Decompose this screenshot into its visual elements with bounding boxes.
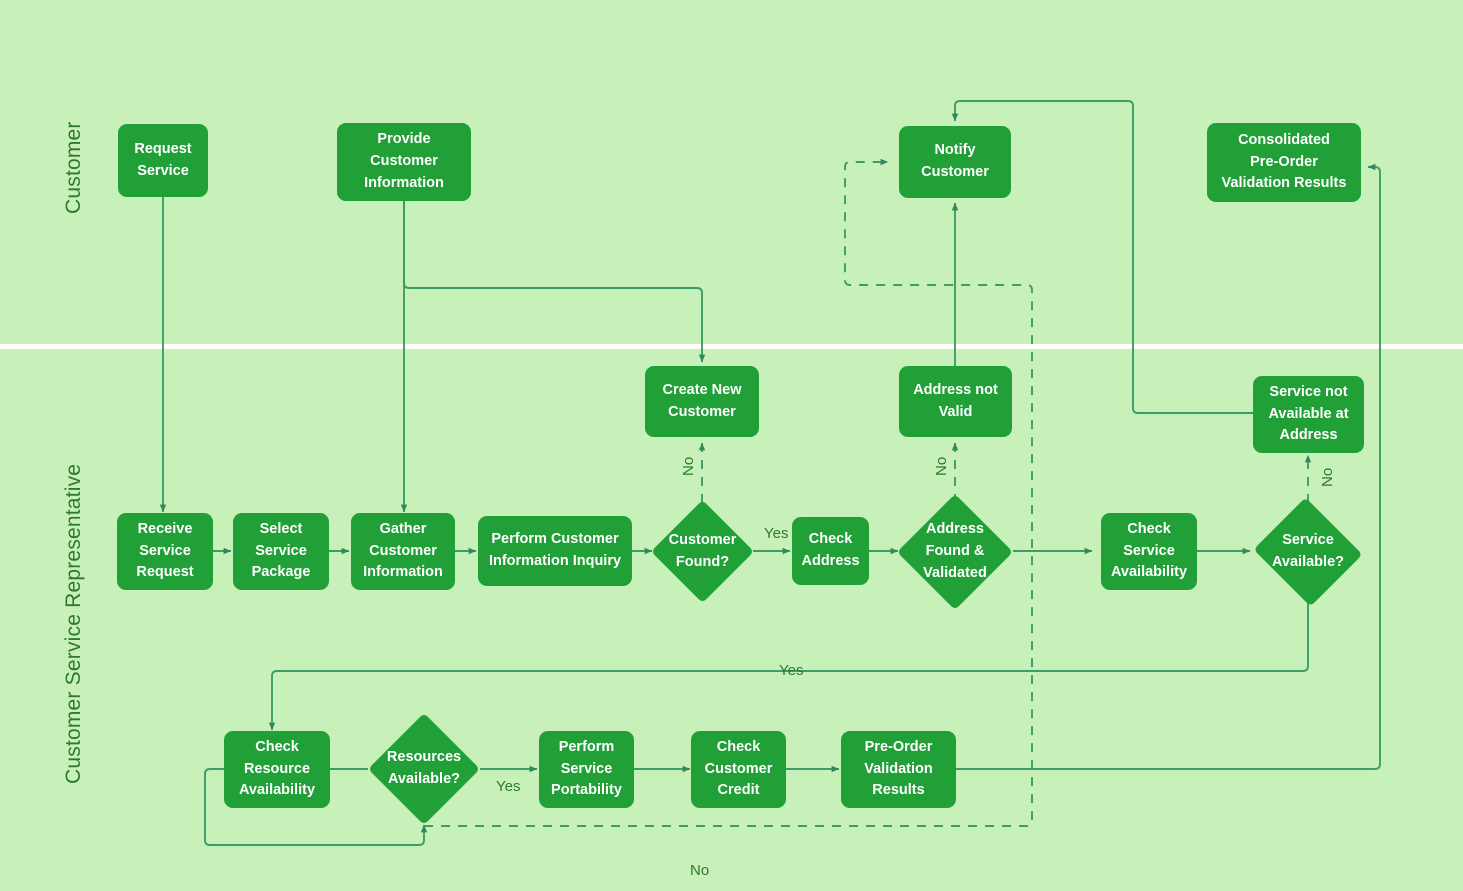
node-service-not-available-at-address-label: Service not Available at Address <box>1268 383 1349 444</box>
node-perform-service-portability-label: Perform Service Portability <box>551 738 622 799</box>
edge-label-customer-found-yes: Yes <box>764 525 789 542</box>
flowchart-canvas: Customer Customer Service Representative <box>0 0 1463 891</box>
swimlane-label-customer-service-representative: Customer Service Representative <box>62 463 85 784</box>
node-provide-customer-information-label: Provide Customer Information <box>364 131 444 191</box>
node-gather-customer-information-label: Gather Customer Information <box>363 520 443 581</box>
node-check-resource-availability-label: Check Resource Availability <box>238 738 316 799</box>
node-address-not-valid-label: Address not Valid <box>913 381 998 420</box>
node-check-service-availability-label: Check Service Availability <box>1110 520 1188 581</box>
node-address-found-validated-label: Address Found & Validated <box>923 521 987 581</box>
node-service-available[interactable]: Service Available? <box>1251 497 1365 607</box>
node-address-not-valid[interactable]: Address not Valid <box>899 366 1012 437</box>
node-pre-order-validation-results[interactable]: Pre-Order Validation Results <box>841 731 956 808</box>
node-check-address-label: Check Address <box>801 531 860 569</box>
node-select-service-package-label: Select Service Package <box>251 520 311 581</box>
node-perform-customer-information-inquiry[interactable]: Perform Customer Information Inquiry <box>478 516 632 586</box>
node-check-customer-credit-label: Check Customer Credit <box>704 738 773 799</box>
node-provide-customer-information[interactable]: Provide Customer Information <box>337 123 471 201</box>
node-request-service-label: Request Service <box>134 140 192 179</box>
node-check-customer-credit[interactable]: Check Customer Credit <box>691 731 786 808</box>
node-perform-service-portability[interactable]: Perform Service Portability <box>539 731 634 808</box>
node-consolidated-pre-order-validation-results[interactable]: Consolidated Pre-Order Validation Result… <box>1207 123 1361 202</box>
node-resources-available[interactable]: Resources Available? <box>367 712 481 826</box>
edge-label-service-available-no: No <box>1319 467 1336 487</box>
node-pre-order-validation-results-label: Pre-Order Validation Results <box>864 738 933 799</box>
node-perform-customer-information-inquiry-label: Perform Customer Information Inquiry <box>488 531 622 569</box>
edge-label-resources-available-no: No <box>690 862 710 879</box>
node-consolidated-pre-order-validation-results-label: Consolidated Pre-Order Validation Result… <box>1221 131 1347 192</box>
node-create-new-customer-label: Create New Customer <box>662 381 742 420</box>
node-address-found-validated[interactable]: Address Found & Validated <box>896 493 1014 611</box>
node-request-service[interactable]: Request Service <box>118 124 208 197</box>
node-check-resource-availability[interactable]: Check Resource Availability <box>224 731 330 808</box>
node-service-available-label: Service Available? <box>1272 532 1344 570</box>
edge-label-resources-available-yes: Yes <box>496 778 521 795</box>
node-gather-customer-information[interactable]: Gather Customer Information <box>351 513 455 590</box>
edge-label-service-available-yes: Yes <box>779 662 804 679</box>
node-receive-service-request-label: Receive Service Request <box>136 520 194 581</box>
node-select-service-package[interactable]: Select Service Package <box>233 513 329 590</box>
node-notify-customer-label: Notify Customer <box>921 142 989 180</box>
node-receive-service-request[interactable]: Receive Service Request <box>117 513 213 590</box>
node-service-not-available-at-address[interactable]: Service not Available at Address <box>1253 376 1364 453</box>
swimlane-label-customer: Customer <box>62 121 85 214</box>
node-check-address[interactable]: Check Address <box>792 517 869 585</box>
edge-label-address-found-no: No <box>933 456 950 476</box>
node-create-new-customer[interactable]: Create New Customer <box>645 366 759 437</box>
node-resources-available-label: Resources Available? <box>386 749 462 787</box>
edge-label-customer-found-no: No <box>680 456 697 476</box>
node-check-service-availability[interactable]: Check Service Availability <box>1101 513 1197 590</box>
node-customer-found-label: Customer Found? <box>668 531 737 570</box>
node-customer-found[interactable]: Customer Found? <box>650 499 755 604</box>
node-notify-customer[interactable]: Notify Customer <box>899 126 1011 198</box>
